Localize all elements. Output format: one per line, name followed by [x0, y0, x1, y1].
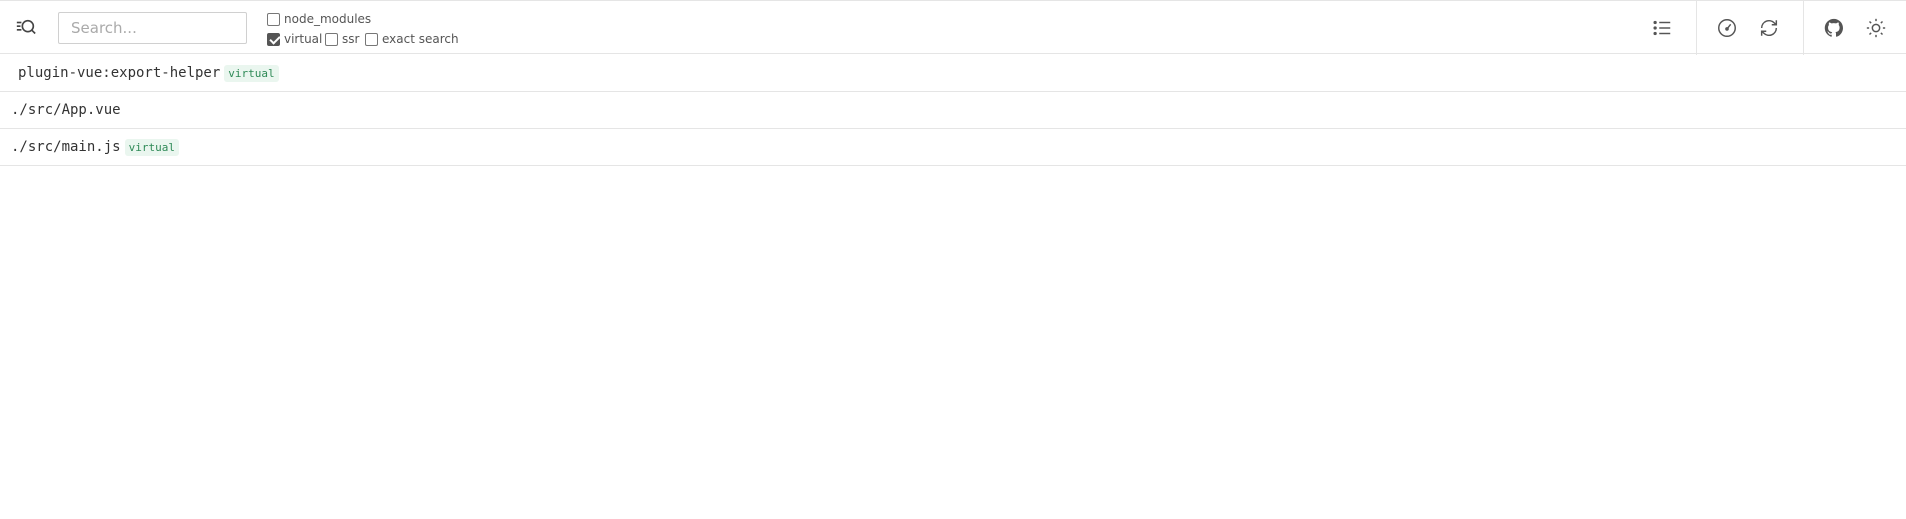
- search-input[interactable]: [58, 12, 247, 44]
- ssr-checkbox[interactable]: [325, 32, 338, 46]
- virtual-badge: virtual: [224, 64, 279, 82]
- sun-icon[interactable]: [1862, 14, 1890, 42]
- module-path: ./src/main.js: [11, 139, 121, 155]
- filter-ssr[interactable]: ssr: [325, 32, 359, 46]
- virtual-badge: virtual: [124, 138, 179, 156]
- filter-exact-search[interactable]: exact search: [365, 32, 459, 46]
- filter-label: node_modules: [284, 12, 372, 26]
- exact-search-checkbox[interactable]: [365, 32, 378, 46]
- toolbar-divider: [1803, 1, 1804, 55]
- module-path: plugin-vue:export-helper: [18, 65, 221, 81]
- inspect-search-icon[interactable]: [12, 14, 40, 42]
- module-row[interactable]: ./src/App.vue: [0, 92, 1906, 129]
- filter-label: virtual: [284, 32, 323, 46]
- toolbar: node_modules virtual ssr exact search: [0, 0, 1906, 55]
- module-row[interactable]: plugin-vue:export-helper virtual: [0, 55, 1906, 92]
- list-icon[interactable]: [1648, 14, 1676, 42]
- node-modules-checkbox[interactable]: [267, 12, 280, 26]
- filter-virtual[interactable]: virtual: [267, 32, 322, 46]
- filter-label: exact search: [382, 32, 459, 46]
- gauge-icon[interactable]: [1713, 14, 1741, 42]
- module-path: ./src/App.vue: [11, 102, 121, 118]
- toolbar-divider: [1696, 1, 1697, 55]
- module-row[interactable]: ./src/main.js virtual: [0, 129, 1906, 166]
- refresh-icon[interactable]: [1755, 14, 1783, 42]
- filter-node-modules[interactable]: node_modules: [267, 12, 371, 26]
- filter-label: ssr: [342, 32, 360, 46]
- github-icon[interactable]: [1820, 14, 1848, 42]
- virtual-checkbox[interactable]: [267, 32, 280, 46]
